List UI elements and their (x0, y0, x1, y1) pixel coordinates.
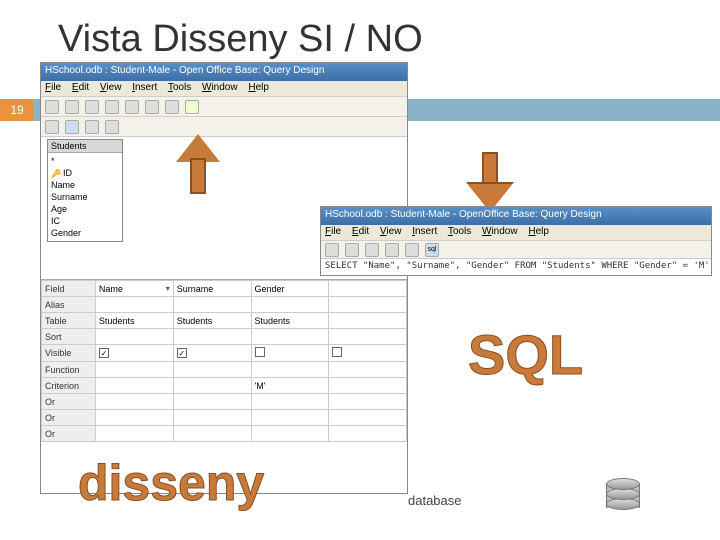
alias-icon[interactable] (105, 120, 119, 134)
sql-window: HSchool.odb : Student-Male - OpenOffice … (320, 206, 712, 276)
addtable-icon[interactable] (45, 120, 59, 134)
copy-icon[interactable] (85, 100, 99, 114)
undo-icon[interactable] (125, 100, 139, 114)
row-criterion: Criterion (42, 378, 96, 394)
toolbar-2 (41, 117, 407, 137)
menu-file[interactable]: FFileile (45, 82, 61, 93)
row-sort: Sort (42, 329, 96, 345)
arrow-up-icon (176, 134, 220, 194)
row-visible: Visible (42, 345, 96, 362)
function-icon[interactable] (65, 120, 79, 134)
sql-icon[interactable]: sql (425, 243, 439, 257)
toolbar-1 (41, 97, 407, 117)
table-box[interactable]: Students * ID Name Surname Age IC Gender (47, 139, 123, 242)
grid-table-0[interactable]: Students (95, 313, 173, 329)
label-database: database (408, 493, 462, 508)
field-asterisk[interactable]: * (51, 155, 119, 167)
grid-visible-1[interactable]: ✓ (173, 345, 251, 362)
menu-help-2[interactable]: Help (528, 226, 549, 237)
label-sql: SQL (468, 322, 583, 387)
slide-title: Vista Disseny SI / NO (58, 18, 423, 61)
paste-icon[interactable] (105, 100, 119, 114)
menu-edit-2[interactable]: Edit (352, 226, 369, 237)
menu-view-2[interactable]: View (380, 226, 402, 237)
row-function: Function (42, 362, 96, 378)
switch-view-icon[interactable] (185, 100, 199, 114)
field-id[interactable]: ID (51, 167, 119, 179)
row-table: Table (42, 313, 96, 329)
distinct-icon[interactable] (85, 120, 99, 134)
cut-icon[interactable] (65, 100, 79, 114)
row-alias: Alias (42, 297, 96, 313)
cut-icon-2[interactable] (345, 243, 359, 257)
titlebar: HSchool.odb : Student-Male - Open Office… (41, 63, 407, 81)
menu-window-2[interactable]: Window (482, 226, 518, 237)
redo-icon[interactable] (145, 100, 159, 114)
row-field: Field (42, 281, 96, 297)
save-icon[interactable] (45, 100, 59, 114)
arrow-down-icon (468, 152, 512, 212)
grid-table[interactable]: Field Name Surname Gender Alias Table St… (41, 280, 407, 442)
sql-text[interactable]: SELECT "Name", "Surname", "Gender" FROM … (321, 259, 711, 273)
grid-visible-2[interactable] (251, 345, 329, 362)
menu-tools-2[interactable]: Tools (448, 226, 471, 237)
menu-view[interactable]: View (100, 82, 122, 93)
save-icon-2[interactable] (325, 243, 339, 257)
page-number: 19 (0, 99, 34, 121)
field-surname[interactable]: Surname (51, 191, 119, 203)
query-design-window: HSchool.odb : Student-Male - Open Office… (40, 62, 408, 494)
menubar[interactable]: FFileile Edit View Insert Tools Window H… (41, 81, 407, 97)
grid-field-1[interactable]: Surname (173, 281, 251, 297)
field-age[interactable]: Age (51, 203, 119, 215)
menu-window[interactable]: Window (202, 82, 238, 93)
field-gender[interactable]: Gender (51, 227, 119, 239)
field-name[interactable]: Name (51, 179, 119, 191)
sql-menubar[interactable]: File Edit View Insert Tools Window Help (321, 225, 711, 241)
sql-titlebar: HSchool.odb : Student-Male - OpenOffice … (321, 207, 711, 225)
menu-file-2[interactable]: File (325, 226, 341, 237)
sql-toolbar: sql (321, 241, 711, 259)
row-or3: Or (42, 426, 96, 442)
undo-icon-2[interactable] (385, 243, 399, 257)
copy-icon-2[interactable] (365, 243, 379, 257)
menu-edit[interactable]: Edit (72, 82, 89, 93)
row-or2: Or (42, 410, 96, 426)
grid-field-2[interactable]: Gender (251, 281, 329, 297)
table-field-list[interactable]: * ID Name Surname Age IC Gender (48, 153, 122, 241)
grid-field-0[interactable]: Name (95, 281, 173, 297)
field-ic[interactable]: IC (51, 215, 119, 227)
database-icon (600, 474, 646, 520)
grid-table-1[interactable]: Students (173, 313, 251, 329)
menu-insert[interactable]: Insert (132, 82, 157, 93)
menu-help[interactable]: Help (248, 82, 269, 93)
label-disseny: disseny (78, 454, 264, 512)
run-icon-2[interactable] (405, 243, 419, 257)
table-box-title: Students (48, 140, 122, 153)
row-or1: Or (42, 394, 96, 410)
menu-insert-2[interactable]: Insert (412, 226, 437, 237)
grid-table-2[interactable]: Students (251, 313, 329, 329)
run-icon[interactable] (165, 100, 179, 114)
grid-visible-0[interactable]: ✓ (95, 345, 173, 362)
menu-tools[interactable]: Tools (168, 82, 191, 93)
grid-criterion-2[interactable]: 'M' (251, 378, 329, 394)
